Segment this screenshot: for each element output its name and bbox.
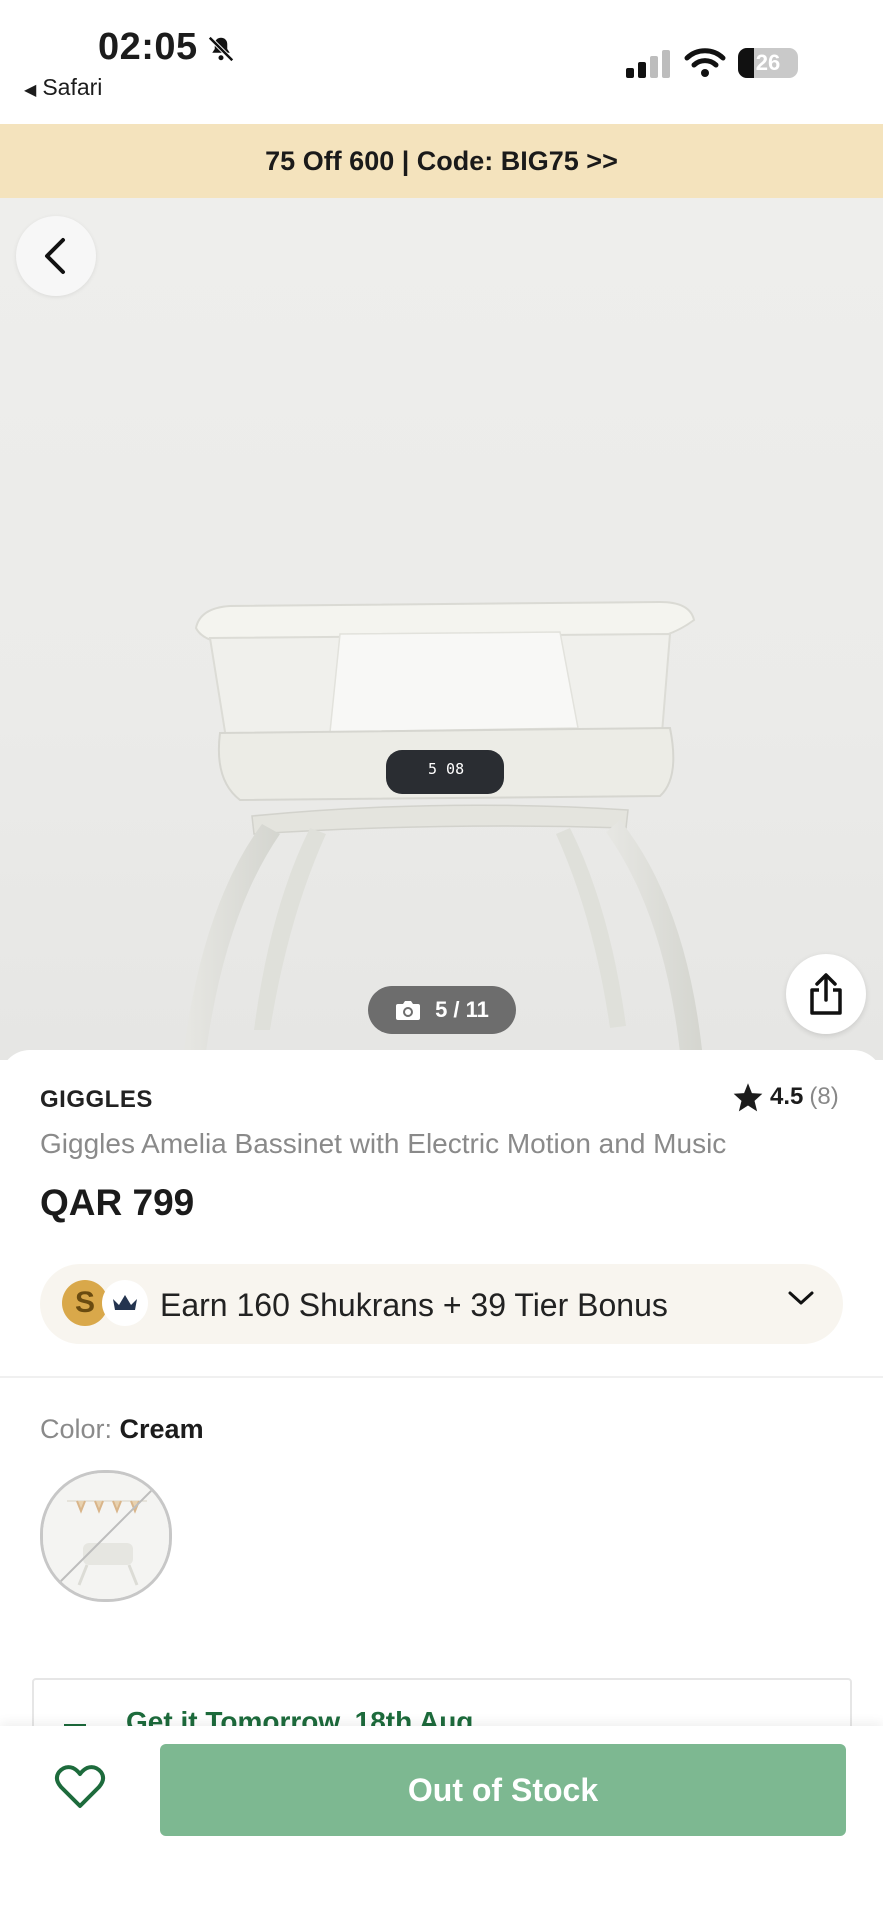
color-label: Color: xyxy=(40,1414,120,1444)
promo-banner[interactable]: 75 Off 600 | Code: BIG75 >> xyxy=(0,124,883,198)
rating-count: (8) xyxy=(809,1083,839,1110)
chevron-left-icon xyxy=(45,238,65,274)
image-counter-text: 5 / 11 xyxy=(435,997,489,1022)
crown-icon xyxy=(102,1280,148,1326)
image-counter: 5 / 11 xyxy=(368,986,516,1034)
product-image: 5 08 xyxy=(182,600,704,1060)
product-rating[interactable]: 4.5 (8) xyxy=(732,1082,839,1112)
section-divider xyxy=(0,1376,883,1378)
color-swatch-cream[interactable] xyxy=(40,1470,172,1602)
camera-icon xyxy=(396,1001,421,1020)
rating-value: 4.5 xyxy=(770,1083,804,1110)
selected-color-name: Cream xyxy=(119,1414,204,1444)
signal-icon xyxy=(626,50,672,85)
color-selector-label: Color: Cream xyxy=(40,1414,204,1445)
product-price: QAR 799 xyxy=(40,1182,195,1223)
brand-name[interactable]: GIGGLES xyxy=(40,1086,153,1114)
wifi-icon xyxy=(684,46,726,85)
out-of-stock-button[interactable]: Out of Stock xyxy=(160,1744,846,1836)
product-image-gallery[interactable]: 5 08 xyxy=(0,198,883,1060)
battery-level: 26 xyxy=(755,50,781,75)
back-to-app[interactable]: ◀ Safari xyxy=(24,74,102,101)
back-triangle-icon: ◀ xyxy=(24,82,37,99)
star-icon xyxy=(733,1083,763,1112)
share-button[interactable] xyxy=(786,954,866,1034)
status-time: 02:05 xyxy=(98,26,198,68)
back-button[interactable] xyxy=(16,216,96,296)
shukran-text: Earn 160 Shukrans + 39 Tier Bonus xyxy=(160,1287,668,1323)
wishlist-button[interactable] xyxy=(54,1764,106,1815)
color-swatch-image xyxy=(43,1473,169,1599)
share-icon xyxy=(810,973,842,1015)
silent-bell-icon xyxy=(206,34,236,69)
svg-text:5 08: 5 08 xyxy=(428,760,464,778)
back-app-label: Safari xyxy=(42,74,103,100)
chevron-down-icon[interactable] xyxy=(786,1288,816,1313)
product-title: Giggles Amelia Bassinet with Electric Mo… xyxy=(40,1128,727,1159)
battery-indicator: 26 xyxy=(738,48,798,78)
heart-icon xyxy=(54,1765,106,1808)
